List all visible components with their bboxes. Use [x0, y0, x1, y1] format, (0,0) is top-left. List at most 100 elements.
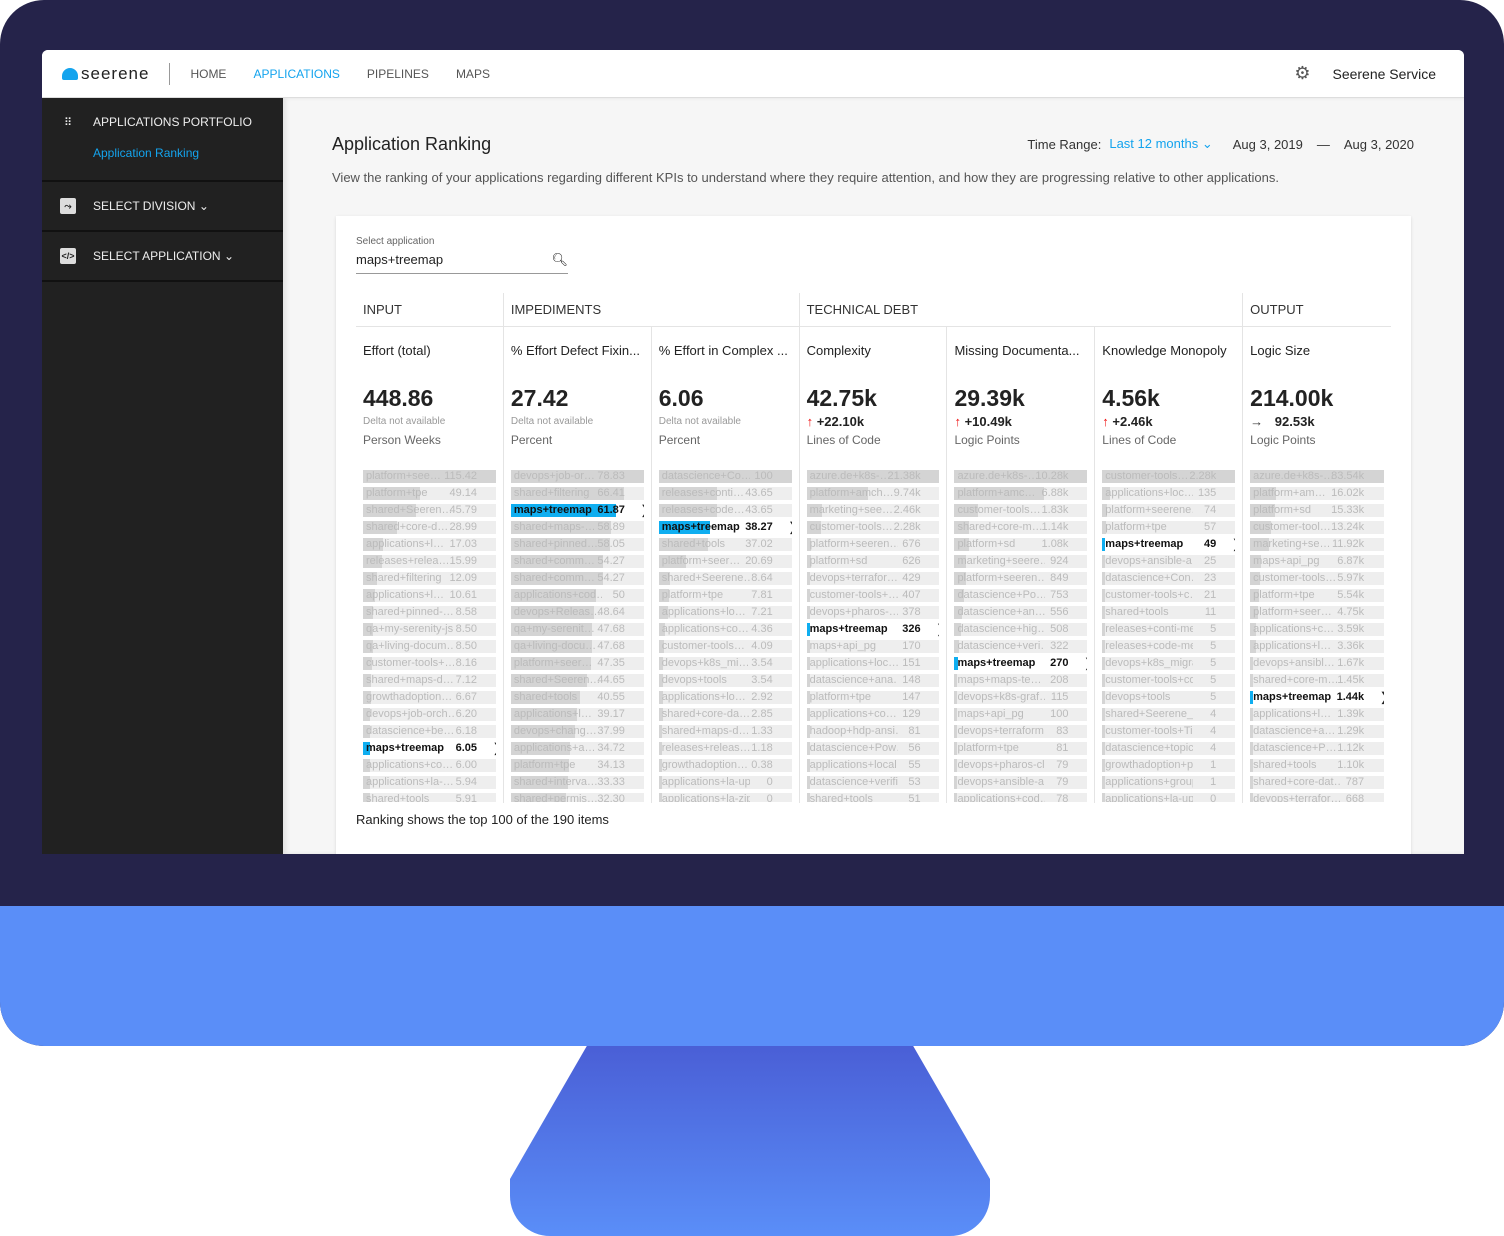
ranking-row[interactable]: releases+conti-met… 5: [1102, 623, 1236, 636]
ranking-row[interactable]: shared+Seerene… 8.64: [658, 572, 792, 585]
ranking-row[interactable]: maps+maps-te… 208: [954, 674, 1088, 687]
ranking-row[interactable]: shared+tools 51: [806, 793, 940, 802]
sidebar-item-portfolio[interactable]: ⠿ APPLICATIONS PORTFOLIO: [60, 98, 265, 146]
ranking-row[interactable]: azure.de+k8s-… 10.28k: [954, 470, 1088, 483]
ranking-row[interactable]: applications+l… 1.39k: [1250, 708, 1385, 721]
chevron-right-icon[interactable]: ❯: [1380, 690, 1384, 704]
ranking-row-selected[interactable]: maps+treemap 1.44k ❯: [1250, 690, 1384, 704]
ranking-row[interactable]: platform+tpe 147: [806, 691, 940, 704]
ranking-row[interactable]: azure.de+k8s-… 83.54k: [1250, 470, 1385, 483]
ranking-row[interactable]: shared+tools 5.91: [363, 793, 496, 802]
ranking-row[interactable]: releases+relea… 15.99: [363, 555, 496, 568]
sidebar-item-application-ranking[interactable]: Application Ranking: [60, 146, 265, 180]
ranking-row[interactable]: qa+my-serenity-js 8.50: [363, 623, 496, 636]
select-division-dropdown[interactable]: ⤳ SELECT DIVISION ⌄: [60, 182, 265, 230]
ranking-row[interactable]: shared+filtering 12.09: [363, 572, 496, 585]
ranking-row[interactable]: customer-tools… 4.09: [658, 640, 792, 653]
ranking-row[interactable]: devops+tools 5: [1102, 691, 1236, 704]
ranking-row[interactable]: platform+tpe 34.13: [510, 759, 644, 772]
ranking-row[interactable]: datascience+veri… 322: [954, 640, 1088, 653]
ranking-row[interactable]: applications+lo… 7.21: [658, 606, 792, 619]
time-range-select[interactable]: Last 12 months ⌄: [1109, 136, 1212, 152]
ranking-row[interactable]: platform+am… 16.02k: [1250, 487, 1385, 500]
ranking-row[interactable]: applications+l… 39.17: [510, 708, 644, 721]
ranking-row[interactable]: maps+api_pg 100: [954, 708, 1088, 721]
ranking-row[interactable]: shared+tools 40.55: [510, 691, 644, 704]
ranking-row[interactable]: applications+la-… 5.94: [363, 776, 496, 789]
ranking-row[interactable]: platform+see… 115.42: [363, 470, 496, 483]
ranking-row[interactable]: datascience+ana… 148: [806, 674, 940, 687]
ranking-row[interactable]: shared+pinned-… 8.58: [363, 606, 496, 619]
ranking-row[interactable]: devops+ansible-a… 25: [1102, 555, 1236, 568]
gear-icon[interactable]: ⚙: [1294, 63, 1310, 84]
ranking-row[interactable]: releases+code-met… 5: [1102, 640, 1236, 653]
ranking-row[interactable]: devops+Releas… 48.64: [510, 606, 644, 619]
ranking-row[interactable]: shared+comm… 54.27: [510, 555, 644, 568]
ranking-row[interactable]: hadoop+hdp-ansi… 81: [806, 725, 940, 738]
ranking-row[interactable]: customer-tools+c… 21: [1102, 589, 1236, 602]
ranking-row-selected[interactable]: maps+treemap 270 ❯: [954, 656, 1087, 670]
ranking-row[interactable]: shared+core-m… 1.45k: [1250, 674, 1385, 687]
application-search-input[interactable]: maps+treemap 🔍︎: [356, 252, 568, 274]
ranking-row[interactable]: maps+api_pg 6.87k: [1250, 555, 1385, 568]
ranking-row[interactable]: growthadoption… 0.38: [658, 759, 792, 772]
ranking-row[interactable]: platform+tpe 49.14: [363, 487, 496, 500]
ranking-row[interactable]: devops+k8s_migra… 5: [1102, 657, 1236, 670]
ranking-row[interactable]: shared+Seeren… 44.65: [510, 674, 644, 687]
ranking-row[interactable]: shared+comm… 54.27: [510, 572, 644, 585]
ranking-row[interactable]: datascience+Con… 23: [1102, 572, 1236, 585]
ranking-row[interactable]: platform+amch… 9.74k: [806, 487, 940, 500]
ranking-row[interactable]: shared+permis… 32.30: [510, 793, 644, 802]
ranking-row[interactable]: devops+job-orch… 6.20: [363, 708, 496, 721]
ranking-row[interactable]: growthadoption… 6.67: [363, 691, 496, 704]
ranking-row[interactable]: platform+sd 626: [806, 555, 940, 568]
chevron-right-icon[interactable]: ❯: [789, 520, 792, 534]
ranking-row[interactable]: datascience+an… 556: [954, 606, 1088, 619]
nav-pipelines[interactable]: PIPELINES: [367, 67, 429, 81]
date-to[interactable]: Aug 3, 2020: [1344, 137, 1414, 152]
chevron-right-icon[interactable]: ❯: [1232, 537, 1235, 551]
ranking-row[interactable]: devops+ansible-a… 79: [954, 776, 1088, 789]
ranking-row[interactable]: shared+filtering 66.41: [510, 487, 644, 500]
ranking-row[interactable]: applications+cod… 78: [954, 793, 1088, 802]
ranking-row[interactable]: customer-tools+… 8.16: [363, 657, 496, 670]
ranking-row[interactable]: applications+la-upl… 0: [658, 776, 792, 789]
ranking-row-selected[interactable]: maps+treemap 61.87 ❯: [510, 503, 644, 517]
nav-maps[interactable]: MAPS: [456, 67, 490, 81]
ranking-row[interactable]: platform+seerene… 74: [1102, 504, 1236, 517]
ranking-row[interactable]: platform+tpe 81: [954, 742, 1088, 755]
ranking-row[interactable]: platform+seeren… 849: [954, 572, 1088, 585]
chevron-right-icon[interactable]: ❯: [1084, 656, 1087, 670]
ranking-row[interactable]: platform+tpe 57: [1102, 521, 1236, 534]
ranking-row[interactable]: applications+a… 34.72: [510, 742, 644, 755]
ranking-row[interactable]: applications+c… 3.59k: [1250, 623, 1385, 636]
ranking-row[interactable]: devops+tools 3.54: [658, 674, 792, 687]
ranking-row[interactable]: devops+job-or… 78.83: [510, 470, 644, 483]
ranking-row[interactable]: customer-tools… 5.97k: [1250, 572, 1385, 585]
ranking-row[interactable]: customer-tools+Ti… 4: [1102, 725, 1236, 738]
ranking-row-selected[interactable]: maps+treemap 49 ❯: [1102, 537, 1235, 551]
ranking-row[interactable]: platform+seeren… 676: [806, 538, 940, 551]
ranking-row[interactable]: platform+sd 15.33k: [1250, 504, 1385, 517]
ranking-row[interactable]: shared+core-d… 28.99: [363, 521, 496, 534]
ranking-row[interactable]: azure.de+k8s-… 21.38k: [806, 470, 940, 483]
ranking-row[interactable]: shared+core-dat… 787: [1250, 776, 1385, 789]
ranking-row[interactable]: datascience+be… 6.18: [363, 725, 496, 738]
ranking-row[interactable]: platform+tpe 7.81: [658, 589, 792, 602]
ranking-row-selected[interactable]: maps+treemap 326 ❯: [806, 622, 939, 636]
ranking-row[interactable]: datascience+topic-… 4: [1102, 742, 1236, 755]
ranking-row[interactable]: releases+conti… 43.65: [658, 487, 792, 500]
ranking-row[interactable]: platform+seer… 20.69: [658, 555, 792, 568]
ranking-row[interactable]: devops+ansibl… 1.67k: [1250, 657, 1385, 670]
ranking-row[interactable]: qa+living-docum… 8.50: [363, 640, 496, 653]
ranking-row[interactable]: datascience+P… 1.12k: [1250, 742, 1385, 755]
user-menu[interactable]: Seerene Service: [1332, 66, 1436, 82]
ranking-row[interactable]: customer-tool… 13.24k: [1250, 521, 1385, 534]
ranking-row[interactable]: devops+k8s-graf… 115: [954, 691, 1088, 704]
ranking-row-selected[interactable]: maps+treemap 6.05 ❯: [363, 741, 496, 755]
ranking-row[interactable]: datascience+Co… 100: [658, 470, 792, 483]
ranking-row[interactable]: applications+group… 1: [1102, 776, 1236, 789]
ranking-row[interactable]: datascience+Pow… 56: [806, 742, 940, 755]
date-from[interactable]: Aug 3, 2019: [1233, 137, 1303, 152]
ranking-row[interactable]: platform+seer… 4.75k: [1250, 606, 1385, 619]
